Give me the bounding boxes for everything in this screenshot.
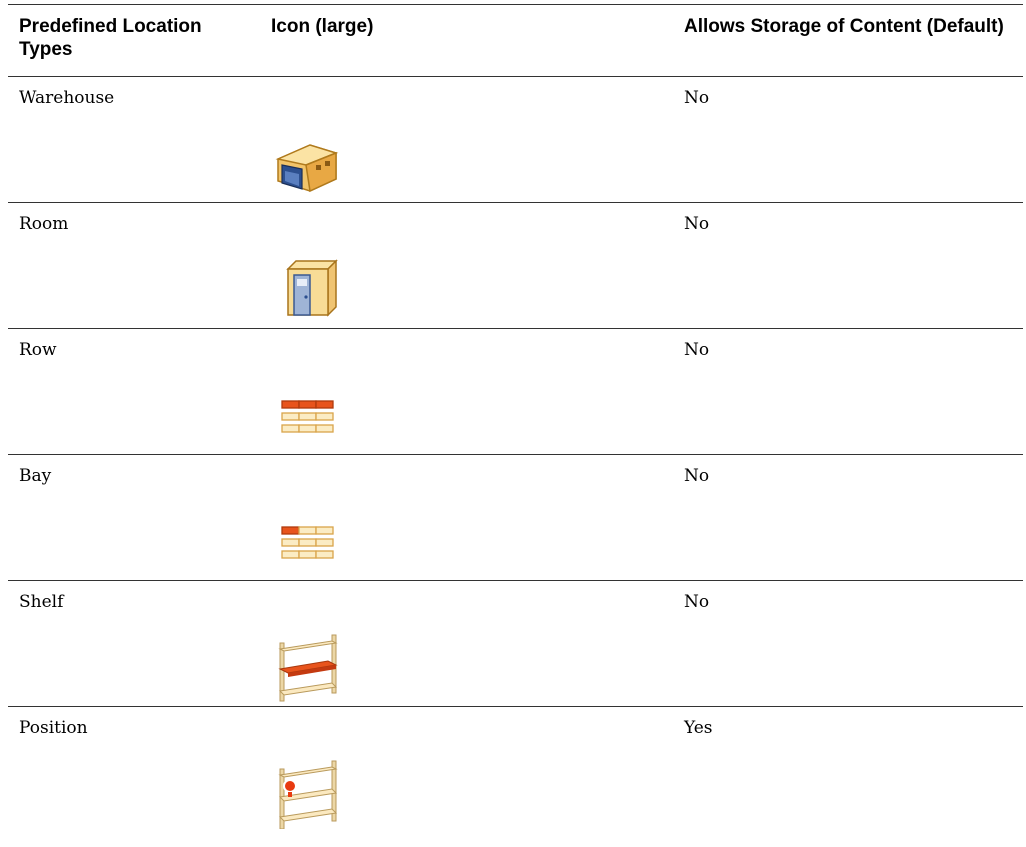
storage-cell: No [673,454,1023,581]
storage-cell: No [673,76,1023,203]
room-icon [286,259,338,317]
header-location-types: Predefined Location Types [8,4,260,77]
header-icon-large: Icon (large) [260,4,673,77]
table-row: Room No [8,202,1023,329]
table-row: Warehouse No [8,76,1023,203]
table-row: Shelf No [8,580,1023,707]
row-icon [281,400,334,433]
table-row: Row No [8,328,1023,455]
storage-cell: No [673,580,1023,707]
storage-cell: No [673,202,1023,329]
header-allows-storage: Allows Storage of Content (Default) [673,4,1023,77]
location-type-cell: Room [8,202,260,329]
shelf-icon [278,634,338,702]
table-row: Bay No [8,454,1023,581]
table-row: Position Yes [8,707,1023,847]
position-icon [278,760,338,829]
header-row: Predefined Location Types Icon (large) A… [8,4,1023,77]
location-type-cell: Bay [8,454,260,581]
warehouse-icon [275,144,339,193]
storage-cell: No [673,328,1023,455]
location-type-cell: Row [8,328,260,455]
location-types-table: Predefined Location Types Icon (large) A… [8,4,1023,847]
location-type-cell: Shelf [8,580,260,707]
location-type-cell: Warehouse [8,76,260,203]
storage-cell: Yes [684,718,713,738]
bay-icon [281,526,334,559]
location-type-cell: Position [19,718,88,738]
